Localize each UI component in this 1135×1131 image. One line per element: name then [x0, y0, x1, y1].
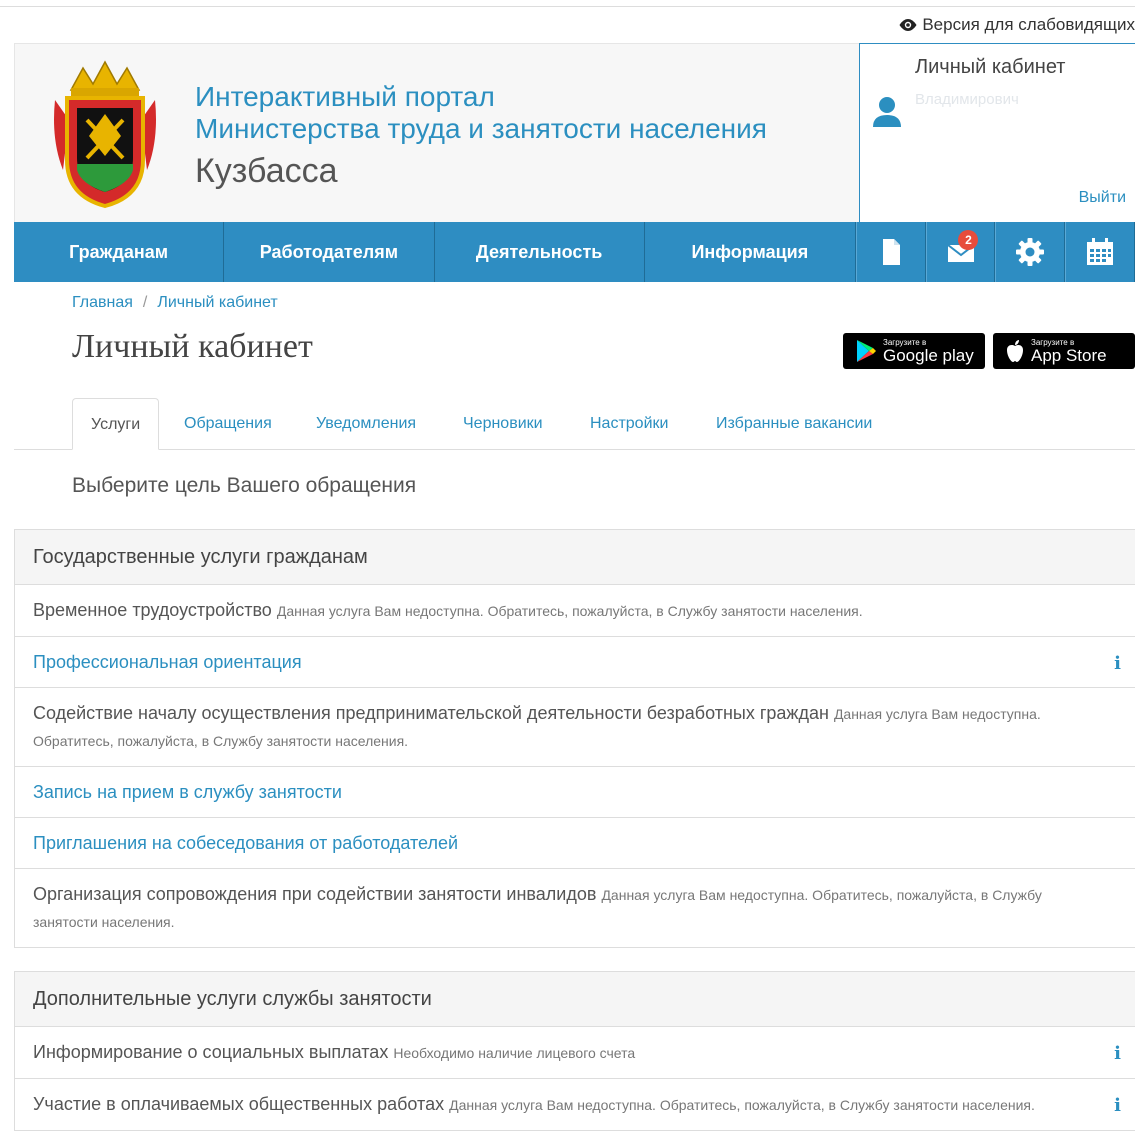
- tab-favorite-vacancies[interactable]: Избранные вакансии: [716, 398, 872, 449]
- eye-icon: [899, 19, 917, 31]
- cabinet-box-title: Личный кабинет: [915, 56, 1066, 78]
- low-vision-link[interactable]: Версия для слабовидящих: [898, 15, 1135, 35]
- service-title[interactable]: Профессиональная ориентация: [33, 652, 302, 672]
- document-icon: [882, 239, 900, 265]
- gear-icon: [1016, 238, 1045, 266]
- google-play-big: Google play: [883, 345, 974, 365]
- apple-icon: [1007, 340, 1023, 362]
- service-note: Данная услуга Вам недоступна. Обратитесь…: [276, 603, 863, 619]
- section-state-services: Государственные услуги гражданам Временн…: [14, 529, 1135, 948]
- info-icon[interactable]: i: [1114, 651, 1121, 677]
- logout-link[interactable]: Выйти: [1079, 189, 1126, 207]
- nav-documents-button[interactable]: [855, 222, 926, 282]
- page-title: Личный кабинет: [72, 328, 313, 365]
- user-name: Владимирович: [915, 89, 1019, 110]
- google-play-icon: [857, 340, 876, 362]
- info-icon[interactable]: i: [1114, 1041, 1121, 1067]
- user-icon: [873, 97, 901, 127]
- portal-region: Кузбасса: [195, 152, 338, 190]
- service-title: Организация сопровождения при содействии…: [33, 884, 597, 904]
- service-title: Содействие началу осуществления предприн…: [33, 703, 829, 723]
- service-title[interactable]: Приглашения на собеседования от работода…: [33, 833, 458, 853]
- nav-item-activity[interactable]: Деятельность: [435, 222, 645, 282]
- service-title[interactable]: Запись на прием в службу занятости: [33, 782, 342, 802]
- nav-item-employers[interactable]: Работодателям: [224, 222, 435, 282]
- nav-item-citizens[interactable]: Гражданам: [14, 222, 225, 282]
- portal-title-line1: Интерактивный портал: [195, 81, 495, 112]
- cabinet-tabs: Услуги Обращения Уведомления Черновики Н…: [14, 398, 1135, 450]
- list-item[interactable]: Содействие началу осуществления предприн…: [15, 688, 1135, 767]
- list-item[interactable]: Информирование о социальных выплатах Нео…: [15, 1027, 1135, 1079]
- low-vision-label: Версия для слабовидящих: [922, 15, 1135, 34]
- tab-notifications[interactable]: Уведомления: [316, 398, 416, 449]
- kuzbass-emblem-icon[interactable]: [49, 60, 161, 210]
- tab-requests[interactable]: Обращения: [184, 398, 272, 449]
- list-item[interactable]: Запись на прием в службу занятости: [15, 767, 1135, 818]
- service-note: Необходимо наличие лицевого счета: [393, 1045, 636, 1061]
- breadcrumb-separator: /: [142, 294, 148, 311]
- calendar-icon: [1087, 238, 1114, 265]
- service-note: Данная услуга Вам недоступна. Обратитесь…: [449, 1097, 1035, 1113]
- app-store-button[interactable]: Загрузите в App Store: [993, 333, 1135, 369]
- portal-title: Интерактивный портал Министерства труда …: [195, 81, 767, 145]
- info-icon[interactable]: i: [1114, 1093, 1121, 1119]
- tab-drafts[interactable]: Черновики: [463, 398, 543, 449]
- section-additional-services: Дополнительные услуги службы занятости И…: [14, 971, 1135, 1131]
- app-store-big: App Store: [1031, 345, 1107, 365]
- nav-settings-button[interactable]: [995, 222, 1066, 282]
- list-item[interactable]: Приглашения на собеседования от работода…: [15, 818, 1135, 869]
- service-title: Участие в оплачиваемых общественных рабо…: [33, 1094, 445, 1114]
- nav-item-information[interactable]: Информация: [645, 222, 856, 282]
- user-name-line3: Владимирович: [915, 91, 1019, 108]
- service-prompt: Выберите цель Вашего обращения: [72, 474, 417, 497]
- nav-calendar-button[interactable]: [1065, 222, 1135, 282]
- site-header: Интерактивный портал Министерства труда …: [14, 43, 1135, 223]
- google-play-button[interactable]: Загрузите в Google play: [843, 333, 985, 369]
- list-item[interactable]: Профессиональная ориентация i: [15, 637, 1135, 688]
- list-item[interactable]: Организация сопровождения при содействии…: [15, 869, 1135, 947]
- tab-settings[interactable]: Настройки: [590, 398, 668, 449]
- list-item[interactable]: Участие в оплачиваемых общественных рабо…: [15, 1079, 1135, 1130]
- portal-title-line2: Министерства труда и занятости населения: [195, 113, 767, 144]
- breadcrumb: Главная / Личный кабинет: [72, 294, 278, 312]
- list-item[interactable]: Временное трудоустройство Данная услуга …: [15, 585, 1135, 637]
- tab-services[interactable]: Услуги: [72, 398, 160, 450]
- section-title: Дополнительные услуги службы занятости: [15, 972, 1135, 1027]
- nav-mail-button[interactable]: 2: [925, 222, 996, 282]
- section-title: Государственные услуги гражданам: [15, 530, 1135, 585]
- service-title: Информирование о социальных выплатах: [33, 1042, 389, 1062]
- top-divider: [0, 6, 1135, 7]
- breadcrumb-current[interactable]: Личный кабинет: [157, 294, 277, 311]
- cabinet-box: Личный кабинет Владимирович Выйти: [859, 43, 1135, 223]
- service-title: Временное трудоустройство: [33, 600, 272, 620]
- main-nav: Гражданам Работодателям Деятельность Инф…: [14, 222, 1135, 282]
- breadcrumb-home[interactable]: Главная: [72, 294, 133, 311]
